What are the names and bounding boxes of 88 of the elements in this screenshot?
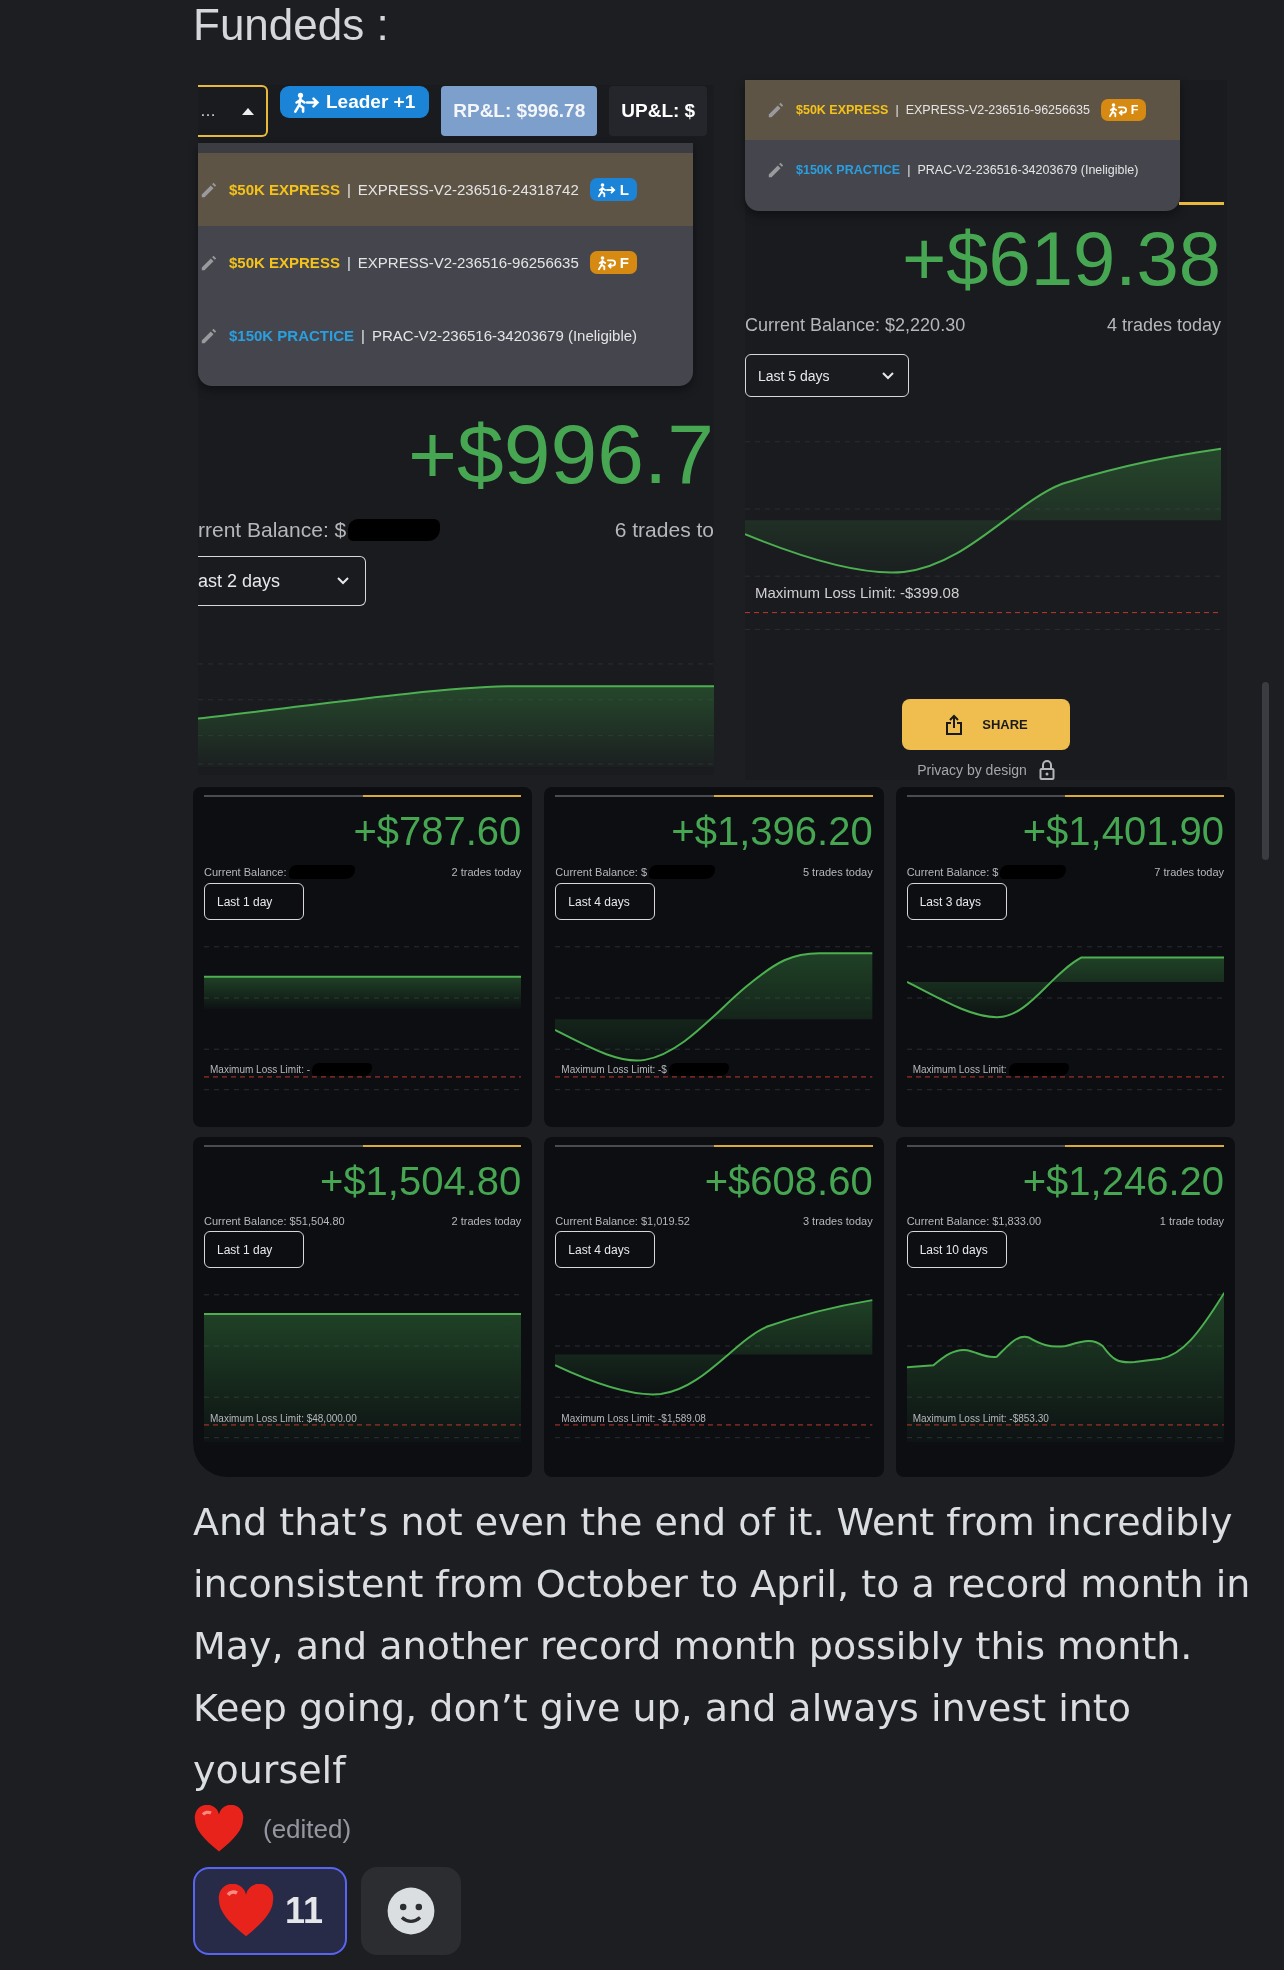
plan-name: $50K EXPRESS xyxy=(229,181,340,198)
reaction-button[interactable]: 11 xyxy=(193,1867,348,1955)
period-select[interactable]: Last 1 day xyxy=(204,883,304,920)
pnl-amount: +$1,401.90 xyxy=(1021,808,1224,855)
balance-text: Current Balance: $2,220.30 xyxy=(745,315,966,337)
account-id: EXPRESS-V2-236516-96256635 xyxy=(905,103,1090,117)
pencil-icon xyxy=(767,161,785,179)
pencil-icon xyxy=(767,101,785,119)
add-reaction-button[interactable] xyxy=(361,1867,462,1955)
loss-limit-label: Maximum Loss Limit: - xyxy=(210,1064,310,1075)
period-select[interactable]: Last 10 days xyxy=(906,1231,1007,1268)
privacy-text: Privacy by design xyxy=(917,762,1027,778)
period-select[interactable]: Last 4 days xyxy=(555,1231,656,1268)
separator-text: | xyxy=(895,103,899,117)
trades-count: 2 trades today xyxy=(451,866,522,878)
separator-text: | xyxy=(907,163,911,177)
account-menu-item[interactable]: $50K EXPRESS | EXPRESS-V2-236516-96256635 F xyxy=(745,80,1180,140)
account-id: PRAC-V2-236516-34203679 (Ineligible) xyxy=(917,163,1139,177)
plan-name: $50K EXPRESS xyxy=(796,103,889,117)
role-badge: F xyxy=(589,251,637,274)
plan-name: $50K EXPRESS xyxy=(229,254,340,271)
pnl-amount: +$1,396.20 xyxy=(670,808,873,855)
plan-name: $150K PRACTICE xyxy=(796,163,901,177)
account-menu-item[interactable]: $150K PRACTICE | PRAC-V2-236516-34203679 (Ineligible) xyxy=(198,299,693,372)
account-menu-item[interactable]: $50K EXPRESS | EXPRESS-V2-236516-24318742 L xyxy=(198,153,693,226)
pnl-stat: UP&L: $ xyxy=(609,86,708,136)
separator-text: | xyxy=(361,327,365,344)
period-select[interactable]: Last 4 days xyxy=(555,883,656,920)
pnl-amount: +$787.60 xyxy=(352,808,522,855)
section-heading: Fundeds : xyxy=(193,0,390,50)
trades-count: 6 trades to xyxy=(614,518,714,542)
balance-text: Current Balance: $1,833.00 xyxy=(906,1215,1042,1227)
pnl-amount: +$619.38 xyxy=(900,217,1222,302)
loss-limit-label: Maximum Loss Limit: $48,000.00 xyxy=(210,1413,357,1424)
pnl-amount: +$996.7 xyxy=(407,408,714,500)
role-badge: Leader +1 xyxy=(280,86,430,118)
pnl-amount: +$608.60 xyxy=(703,1158,873,1205)
trades-count: 3 trades today xyxy=(802,1215,873,1227)
loss-limit-label: Maximum Loss Limit: -$399.08 xyxy=(755,584,960,602)
pnl-amount: +$1,246.20 xyxy=(1021,1158,1224,1205)
pnl-amount: +$1,504.80 xyxy=(319,1158,522,1205)
account-select[interactable]: … xyxy=(198,85,268,137)
trades-count: 2 trades today xyxy=(451,1215,522,1227)
person-arrow-icon xyxy=(1108,102,1127,118)
role-badge: F xyxy=(1100,99,1147,121)
account-id: EXPRESS-V2-236516-24318742 xyxy=(357,181,579,198)
pencil-icon xyxy=(200,180,218,199)
balance-text: Current Balance: $ xyxy=(906,866,999,878)
edited-label: (edited) xyxy=(263,1813,352,1845)
pencil-icon xyxy=(200,326,218,345)
balance-text: Current Balance: $ xyxy=(555,866,648,878)
heart-icon xyxy=(193,1805,245,1853)
share-icon xyxy=(944,713,965,736)
separator-text: | xyxy=(346,254,351,271)
separator-text: | xyxy=(346,181,351,198)
plan-name: $150K PRACTICE xyxy=(229,327,355,344)
account-menu-item[interactable]: $150K PRACTICE | PRAC-V2-236516-34203679 (Ineligible) xyxy=(745,140,1180,200)
message-text: And that’s not even the end of it. Went from incredibly inconsistent from October to April, to a record month in May, and another record month possibly this month. Keep going, don’t give up, and always invest into yourself xyxy=(193,1499,1252,1794)
account-id: PRAC-V2-236516-34203679 (Ineligible) xyxy=(371,327,638,344)
period-select[interactable]: ast 2 days xyxy=(198,556,366,606)
trades-count: 7 trades today xyxy=(1154,866,1224,878)
trades-count: 1 trade today xyxy=(1159,1215,1224,1227)
account-menu-item[interactable]: $50K EXPRESS | EXPRESS-V2-236516-96256635 F xyxy=(198,226,693,299)
loss-limit-label: Maximum Loss Limit: -$853.30 xyxy=(912,1413,1049,1424)
heart-icon xyxy=(217,1884,275,1938)
period-select[interactable]: Last 1 day xyxy=(204,1231,304,1268)
balance-text: Current Balance: $1,019.52 xyxy=(555,1215,690,1227)
trades-count: 5 trades today xyxy=(802,866,873,878)
share-button[interactable]: SHARE xyxy=(902,699,1070,750)
balance-text: Current Balance: $51,504.80 xyxy=(204,1215,345,1227)
person-arrow-icon xyxy=(597,181,616,198)
balance-text: rrent Balance: $ xyxy=(198,518,347,542)
loss-limit-label: Maximum Loss Limit: xyxy=(912,1064,1007,1075)
pencil-icon xyxy=(200,253,218,272)
lock-icon xyxy=(1038,760,1055,780)
balance-text: Current Balance: xyxy=(204,866,287,878)
loss-limit-label: Maximum Loss Limit: -$ xyxy=(561,1064,667,1075)
loss-limit-label: Maximum Loss Limit: -$1,589.08 xyxy=(561,1413,706,1424)
account-id: EXPRESS-V2-236516-96256635 xyxy=(357,254,579,271)
period-select[interactable]: Last 5 days xyxy=(745,354,909,398)
period-select[interactable]: Last 3 days xyxy=(906,883,1007,920)
trades-count: 4 trades today xyxy=(1106,315,1221,337)
person-arrow-icon xyxy=(294,91,320,113)
pnl-stat: RP&L: $996.78 xyxy=(441,86,598,136)
person-arrow-icon xyxy=(597,254,616,271)
caret-up-icon xyxy=(242,107,254,115)
scrollbar-thumb[interactable] xyxy=(1262,682,1269,860)
role-badge: L xyxy=(589,178,637,201)
